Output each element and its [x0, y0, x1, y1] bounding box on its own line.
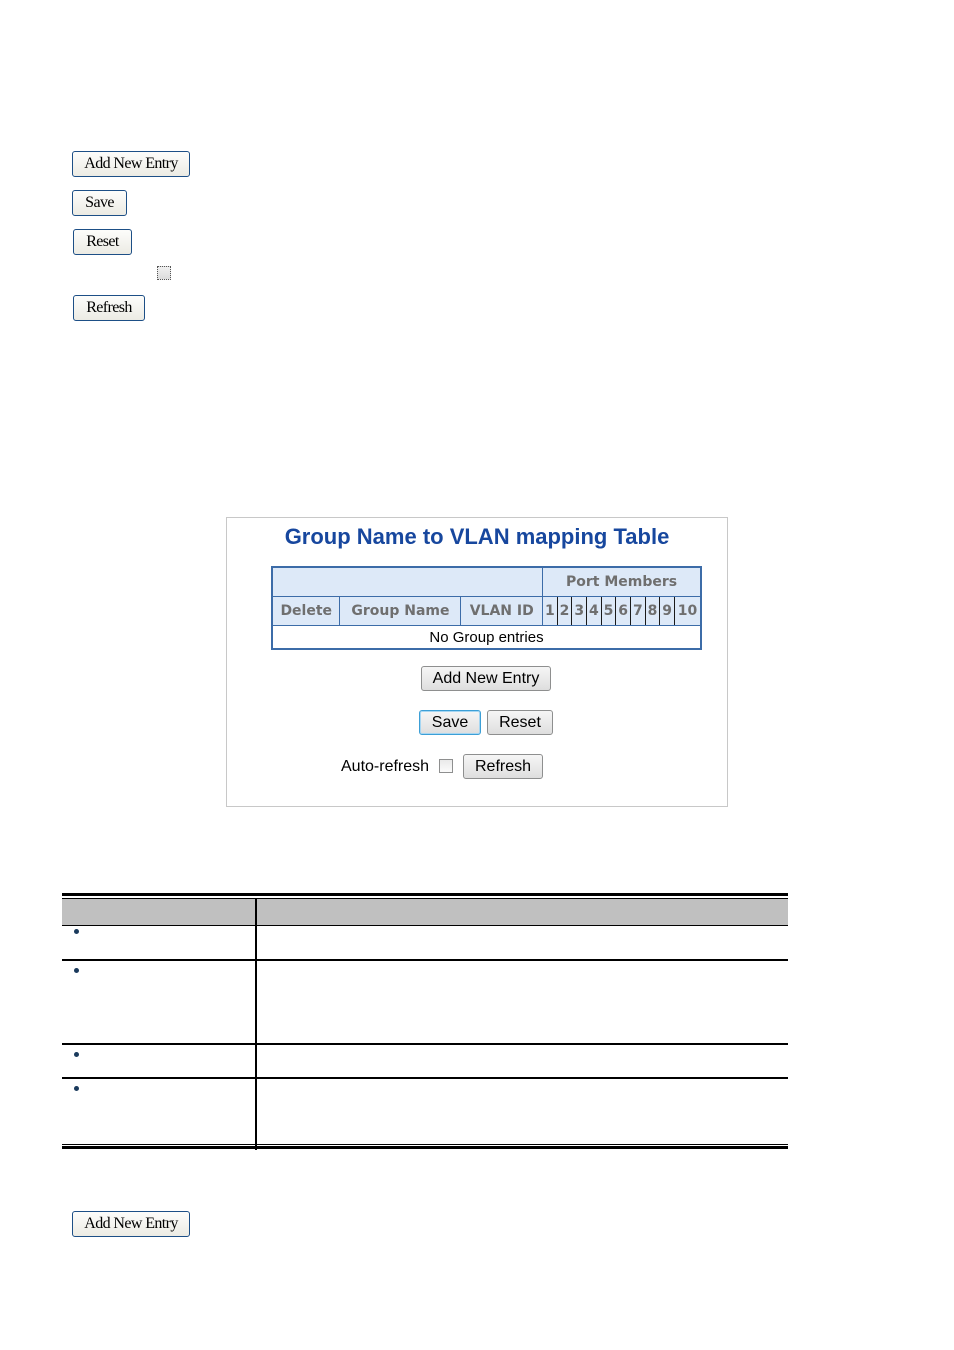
table-bottom-border [62, 1146, 788, 1149]
column-header-port: 2 [556, 596, 573, 626]
column-header-port: 1 [542, 596, 558, 626]
row-divider [62, 1043, 788, 1045]
table-top-border [62, 893, 788, 896]
bullet-icon [74, 929, 79, 934]
column-header-port: 8 [644, 596, 661, 626]
column-header-delete: Delete [271, 596, 341, 626]
column-divider [255, 899, 257, 1150]
column-header-port: 5 [600, 596, 617, 626]
column-header-port: 3 [571, 596, 588, 626]
panel-auto-refresh-checkbox[interactable] [439, 759, 453, 773]
column-header-port: 4 [586, 596, 602, 626]
column-header-vlan-id: VLAN ID [460, 596, 544, 626]
empty-message: No Group entries [272, 625, 701, 649]
panel-reset-button[interactable]: Reset [487, 710, 553, 735]
reset-button[interactable]: Reset [73, 229, 132, 255]
table-row: No Group entries [272, 625, 701, 649]
group-vlan-mapping-panel: Group Name to VLAN mapping Table Port Me… [226, 517, 728, 807]
blank-header-cell [271, 566, 544, 597]
save-button[interactable]: Save [72, 190, 127, 216]
group-vlan-mapping-table: Port Members Delete Group Name VLAN ID 1… [271, 566, 702, 650]
row-divider [62, 959, 788, 961]
column-header-port: 10 [673, 596, 702, 626]
panel-title: Group Name to VLAN mapping Table [284, 524, 670, 549]
auto-refresh-checkbox[interactable] [157, 266, 171, 280]
column-header-port: 7 [630, 596, 646, 626]
table-bottom-border-thin [62, 1144, 788, 1145]
bottom-add-new-entry-button[interactable]: Add New Entry [72, 1211, 190, 1237]
bullet-icon [74, 1086, 79, 1091]
refresh-button[interactable]: Refresh [73, 295, 145, 321]
column-header-port: 9 [659, 596, 675, 626]
column-header-group-name: Group Name [339, 596, 462, 626]
panel-refresh-button[interactable]: Refresh [463, 754, 543, 779]
column-header-port: 6 [615, 596, 631, 626]
table-header-row [62, 899, 788, 926]
panel-save-button[interactable]: Save [419, 710, 481, 735]
row-divider [62, 1077, 788, 1079]
bullet-icon [74, 968, 79, 973]
auto-refresh-label: Auto-refresh [341, 758, 430, 775]
add-new-entry-button[interactable]: Add New Entry [72, 151, 190, 177]
port-members-header: Port Members [542, 566, 702, 597]
panel-add-new-entry-button[interactable]: Add New Entry [421, 666, 551, 691]
bullet-icon [74, 1052, 79, 1057]
